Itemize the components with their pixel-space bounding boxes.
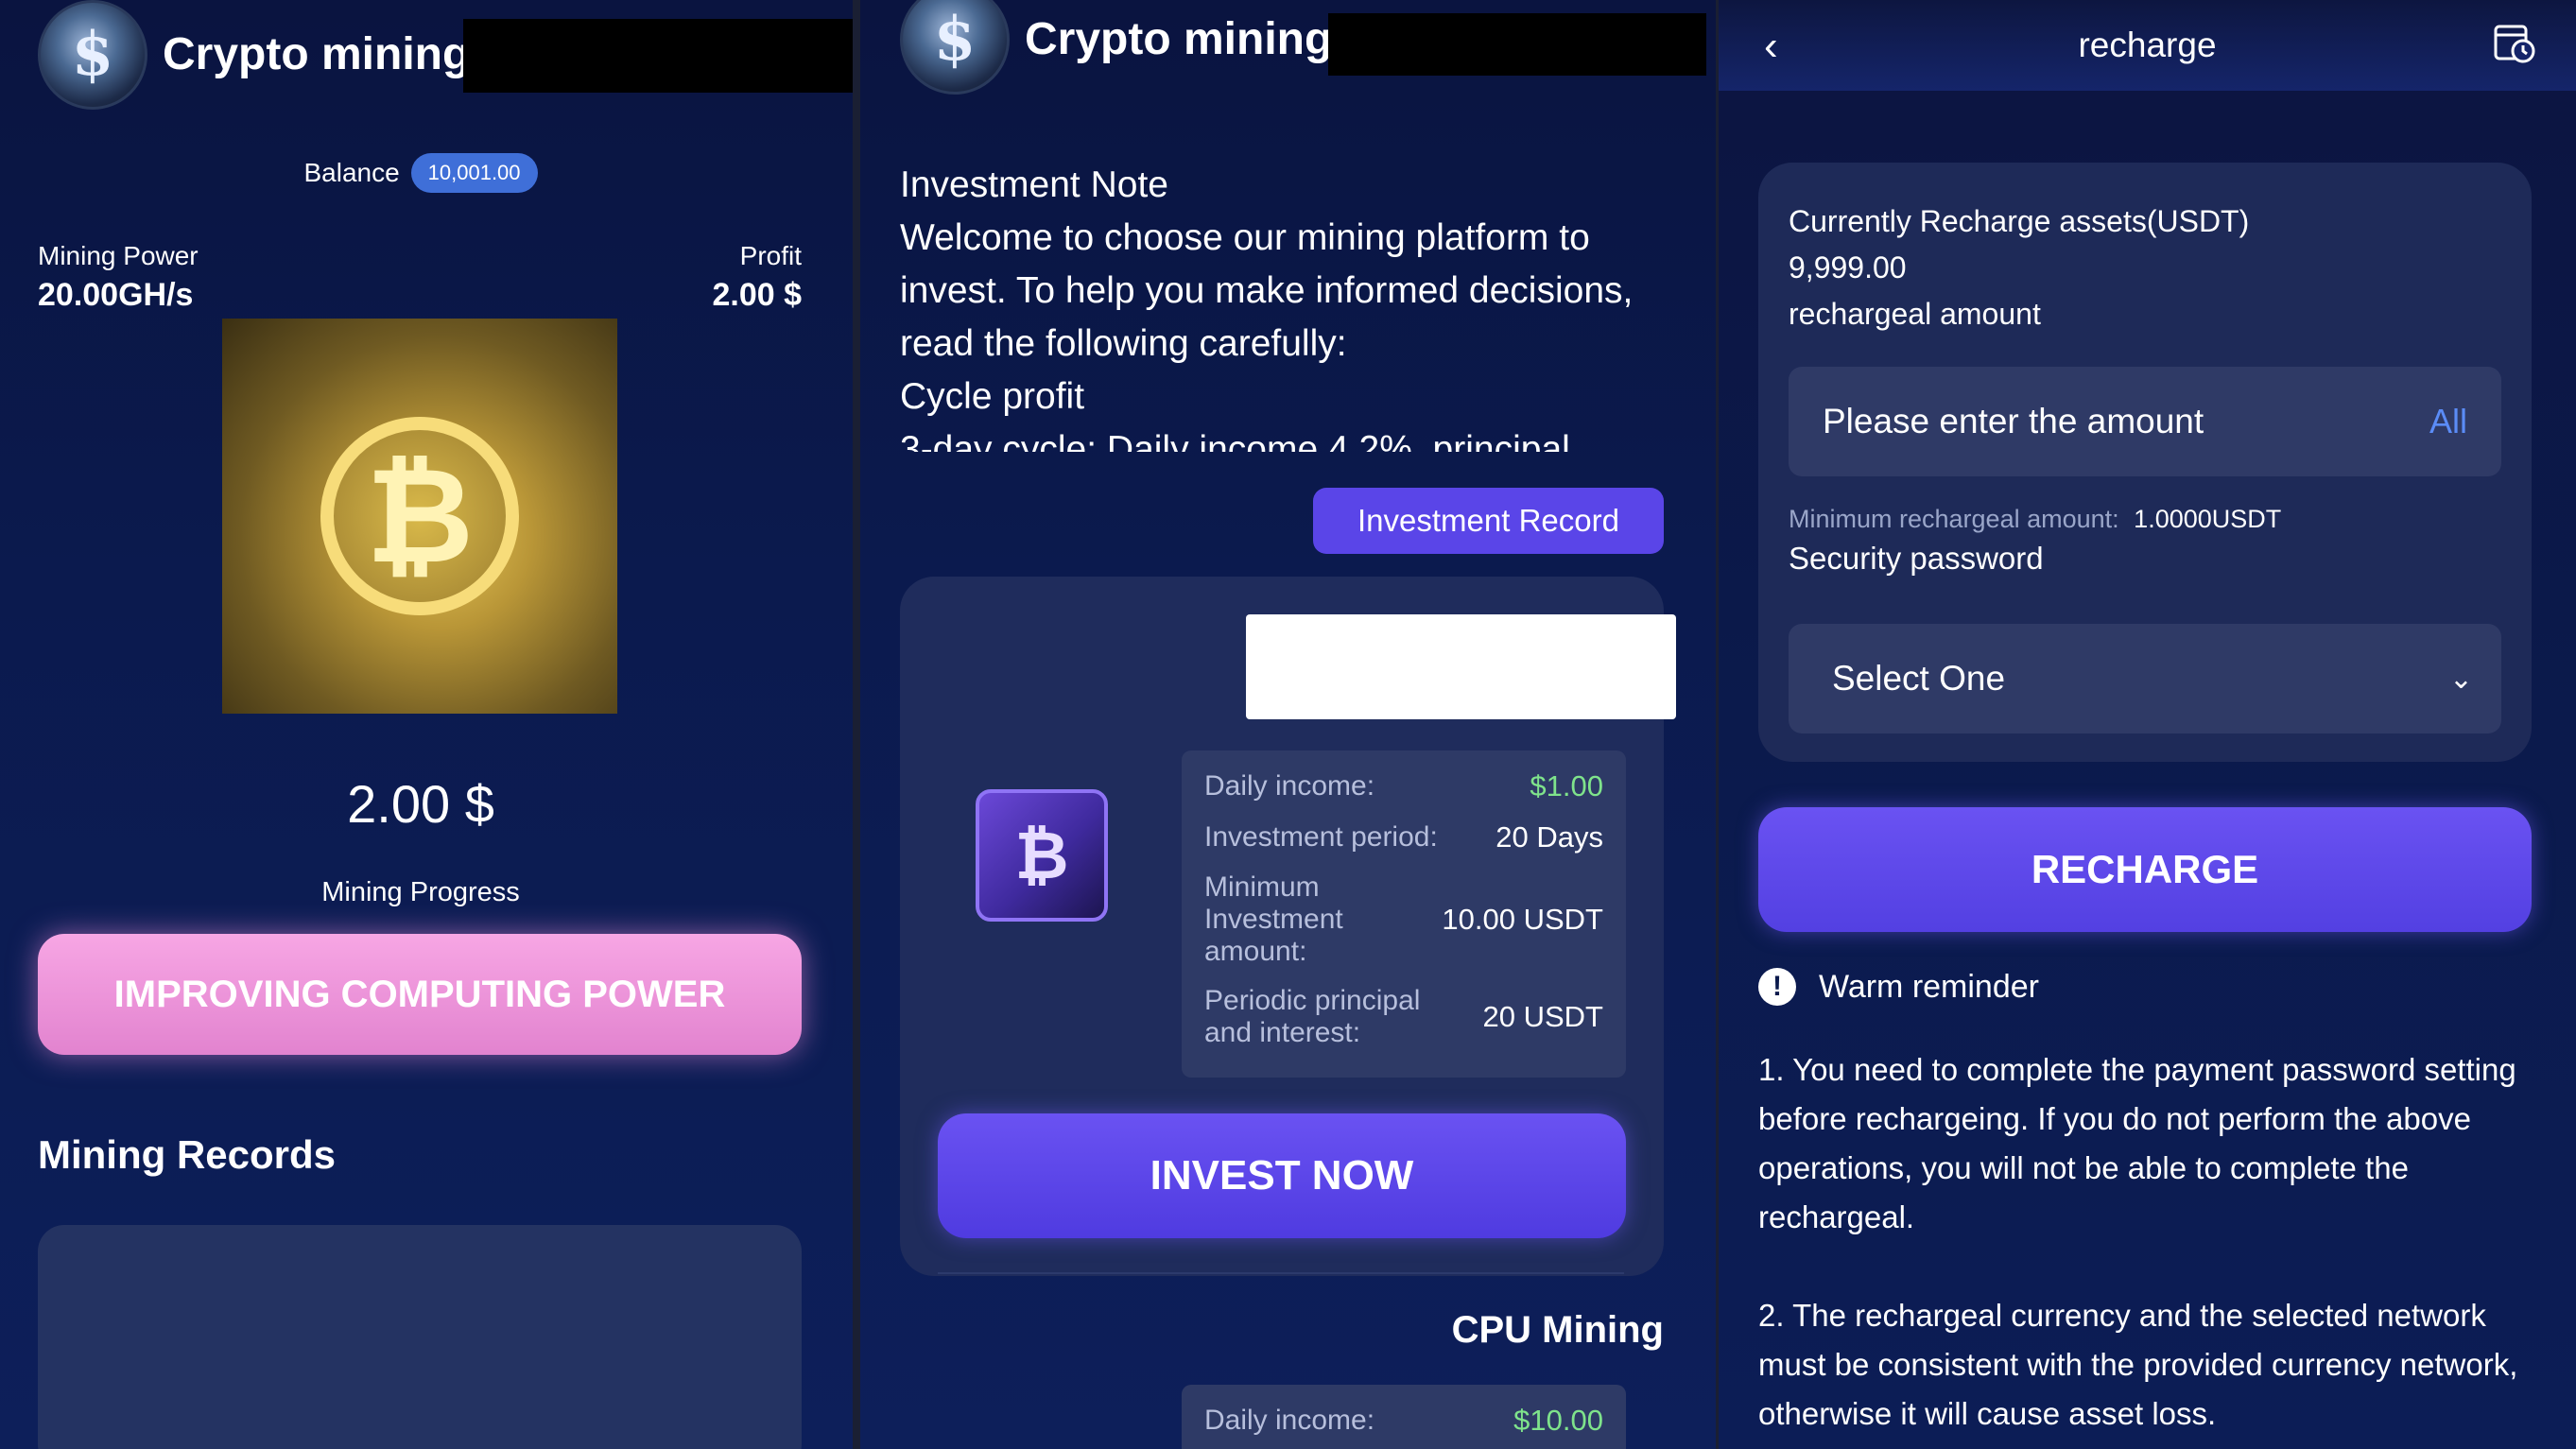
warning-icon: ! bbox=[1758, 968, 1796, 1006]
recharge-button[interactable]: RECHARGE bbox=[1758, 807, 2532, 932]
product-specs: Daily income: $1.00 Investment period: 2… bbox=[1182, 750, 1626, 1078]
assets-value: 9,999.00 bbox=[1789, 250, 1907, 285]
redacted-area bbox=[463, 19, 853, 93]
minimum-amount-row: Minimum rechargeal amount: 1.0000USDT bbox=[1789, 505, 2281, 534]
note-line: read the following carefully: bbox=[900, 323, 1347, 364]
spec-minimum-amount: Minimum Investment amount: 10.00 USDT bbox=[1204, 871, 1603, 967]
mining-records-title: Mining Records bbox=[38, 1132, 337, 1177]
miner-device-icon: ₿ bbox=[976, 789, 1108, 922]
note-line: Cycle profit bbox=[900, 376, 1085, 417]
chevron-left-icon[interactable]: ‹ bbox=[1764, 23, 1778, 70]
invest-panel: $ Crypto mining Investment Note Welcome … bbox=[860, 0, 1716, 1449]
product-card: ₿ Daily income: $1.00 Investment period:… bbox=[900, 577, 1676, 1276]
warm-reminder-header: ! Warm reminder bbox=[1758, 968, 2039, 1006]
spec-daily-income: Daily income: $1.00 bbox=[1204, 769, 1603, 802]
balance-label: Balance bbox=[303, 158, 400, 187]
cpu-mining-title: CPU Mining bbox=[1451, 1309, 1664, 1351]
assets-label: Currently Recharge assets(USDT) bbox=[1789, 204, 2250, 238]
chevron-down-icon: ⌄ bbox=[2448, 663, 2473, 695]
profit-stat: Profit 2.00 $ bbox=[712, 241, 802, 314]
reminder-item: 2. The rechargeal currency and the selec… bbox=[1758, 1298, 2518, 1431]
redacted-product-title bbox=[1246, 614, 1676, 719]
mining-power-label: Mining Power bbox=[38, 241, 199, 270]
warm-reminder-title: Warm reminder bbox=[1819, 968, 2039, 1005]
invest-now-button[interactable]: INVEST NOW bbox=[938, 1113, 1626, 1238]
note-line: Welcome to choose our mining platform to bbox=[900, 217, 1590, 258]
reminder-item: 1. You need to complete the payment pass… bbox=[1758, 1052, 2516, 1234]
security-password-select[interactable]: Select One ⌄ bbox=[1789, 624, 2501, 733]
amount-field[interactable]: All bbox=[1789, 367, 2501, 476]
logo-icon: $ bbox=[38, 0, 147, 110]
minimum-amount-label: Minimum rechargeal amount: bbox=[1789, 505, 2119, 533]
mining-illustration: ₿ bbox=[222, 319, 617, 714]
product-specs: Daily income: $10.00 bbox=[1182, 1385, 1626, 1449]
top-bar: ‹ recharge bbox=[1719, 0, 2576, 91]
investment-record-button[interactable]: Investment Record bbox=[1313, 488, 1664, 554]
balance-row: Balance 10,001.00 bbox=[0, 153, 841, 193]
divider-line bbox=[938, 1272, 1624, 1274]
app-title: Crypto mining bbox=[1025, 14, 1333, 64]
bitcoin-icon: ₿ bbox=[320, 417, 519, 615]
spec-investment-period: Investment period: 20 Days bbox=[1204, 820, 1603, 854]
mining-power-value: 20.00GH/s bbox=[38, 277, 194, 313]
amount-input[interactable] bbox=[1823, 402, 2429, 441]
redacted-area bbox=[1328, 13, 1706, 76]
recharge-form: Currently Recharge assets(USDT) 9,999.00… bbox=[1758, 163, 2532, 762]
logo-icon: $ bbox=[900, 0, 1010, 95]
warm-reminder-text: 1. You need to complete the payment pass… bbox=[1758, 1045, 2533, 1449]
security-password-label: Security password bbox=[1789, 541, 2044, 576]
mining-progress-label: Mining Progress bbox=[321, 877, 520, 907]
spec-daily-income: Daily income: $10.00 bbox=[1204, 1404, 1603, 1437]
amount-label: rechargeal amount bbox=[1789, 297, 2041, 331]
mining-records-list bbox=[38, 1225, 802, 1449]
recharge-panel: ‹ recharge Currently Recharge assets(USD… bbox=[1719, 0, 2576, 1449]
improve-computing-power-button[interactable]: IMPROVING COMPUTING POWER bbox=[38, 934, 802, 1055]
current-profit: 2.00 $ bbox=[347, 774, 494, 834]
profit-value: 2.00 $ bbox=[712, 277, 802, 313]
mining-panel: $ Crypto mining Balance 10,001.00 Mining… bbox=[0, 0, 853, 1449]
select-value: Select One bbox=[1832, 659, 2006, 698]
investment-note: Investment Note Welcome to choose our mi… bbox=[900, 159, 1675, 452]
history-icon[interactable] bbox=[2491, 19, 2538, 66]
mining-power-stat: Mining Power 20.00GH/s bbox=[38, 241, 199, 314]
note-line: 3-day cycle: Daily income 4.2%, principa… bbox=[900, 429, 1570, 452]
app-title: Crypto mining bbox=[163, 29, 471, 79]
minimum-amount-value: 1.0000USDT bbox=[2134, 505, 2282, 533]
panel-divider bbox=[853, 0, 860, 1449]
balance-badge: 10,001.00 bbox=[410, 153, 538, 193]
app-header: $ Crypto mining bbox=[38, 0, 471, 110]
note-line: invest. To help you make informed decisi… bbox=[900, 270, 1634, 311]
spec-periodic-principal: Periodic principal and interest: 20 USDT bbox=[1204, 985, 1603, 1048]
all-button[interactable]: All bbox=[2429, 402, 2467, 441]
app-header: $ Crypto mining bbox=[900, 0, 1333, 95]
page-title: recharge bbox=[2078, 26, 2217, 64]
profit-label: Profit bbox=[739, 241, 802, 270]
note-line: Investment Note bbox=[900, 164, 1168, 205]
